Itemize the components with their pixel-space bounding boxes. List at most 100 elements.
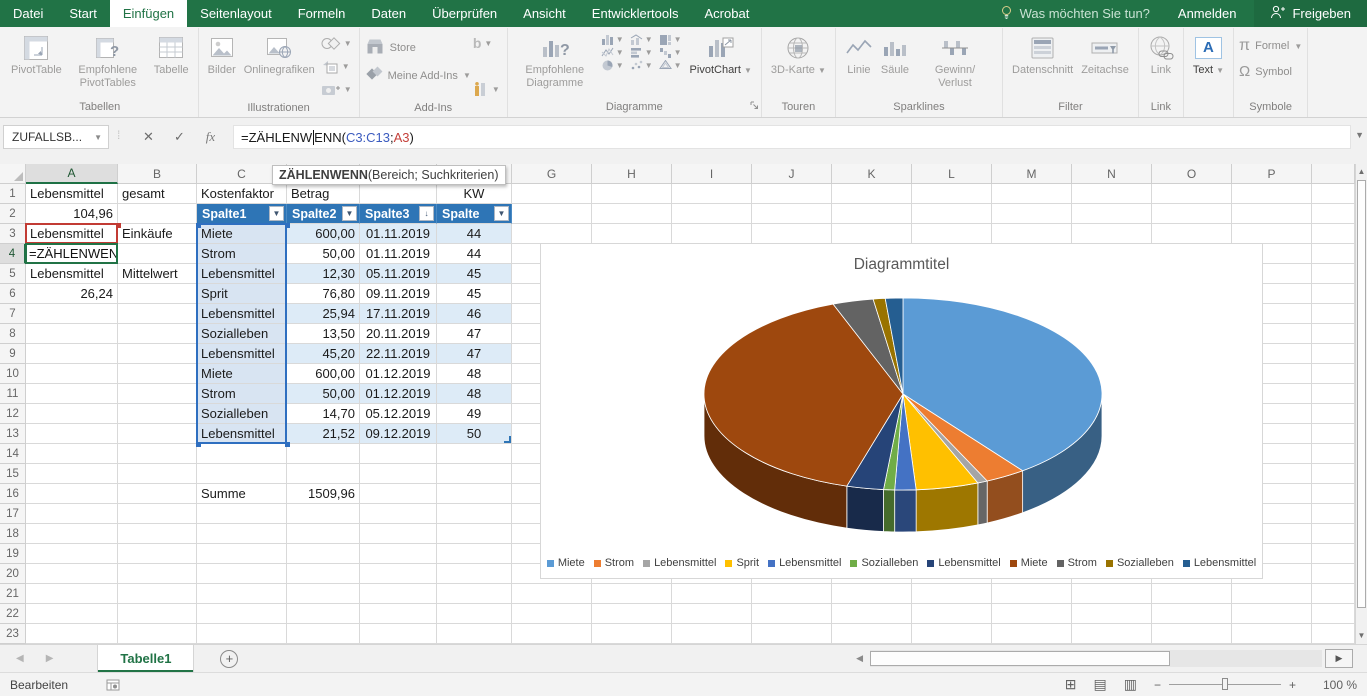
cell-C2[interactable]: Spalte1▼	[197, 204, 287, 224]
cell-F23[interactable]	[437, 624, 512, 644]
cell-F12[interactable]: 49	[437, 404, 512, 424]
row-header-5[interactable]: 5	[0, 264, 26, 284]
cell-P1[interactable]	[1232, 184, 1312, 204]
cell-F9[interactable]: 47	[437, 344, 512, 364]
cell-F14[interactable]	[437, 444, 512, 464]
filter-dropdown-icon[interactable]: ▼	[269, 206, 284, 221]
expand-formula-bar-icon[interactable]: ▼	[1355, 130, 1364, 140]
row-header-20[interactable]: 20	[0, 564, 26, 584]
page-layout-view-icon[interactable]: ▤	[1094, 676, 1107, 693]
cell-B17[interactable]	[118, 504, 197, 524]
cell-N22[interactable]	[1072, 604, 1152, 624]
cell-F4[interactable]: 44	[437, 244, 512, 264]
chart-type-scatter-button[interactable]: ▼	[630, 60, 653, 71]
name-box-dropdown-icon[interactable]: ▼	[94, 133, 108, 142]
cell-C6[interactable]: Sprit	[197, 284, 287, 304]
cell-I21[interactable]	[672, 584, 752, 604]
tell-me-search[interactable]: Was möchten Sie tun?	[990, 0, 1160, 27]
cell-F13[interactable]: 50	[437, 424, 512, 444]
cell-H3[interactable]	[592, 224, 672, 244]
cell-J2[interactable]	[752, 204, 832, 224]
cell-O21[interactable]	[1152, 584, 1232, 604]
scroll-down-icon[interactable]: ▼	[1356, 629, 1367, 643]
cell-I22[interactable]	[672, 604, 752, 624]
shapes-icon[interactable]: ▼	[321, 33, 352, 53]
name-box[interactable]: ZUFALLSB... ▼	[3, 125, 109, 149]
cell-G2[interactable]	[512, 204, 592, 224]
cell-A15[interactable]	[26, 464, 118, 484]
cell-x5[interactable]	[1312, 264, 1355, 284]
ribbon-tab-formeln[interactable]: Formeln	[285, 0, 359, 27]
cell-E16[interactable]	[360, 484, 437, 504]
cell-E21[interactable]	[360, 584, 437, 604]
cell-D14[interactable]	[287, 444, 360, 464]
cell-K2[interactable]	[832, 204, 912, 224]
cell-A13[interactable]	[26, 424, 118, 444]
cell-O1[interactable]	[1152, 184, 1232, 204]
cell-F11[interactable]: 48	[437, 384, 512, 404]
cell-A19[interactable]	[26, 544, 118, 564]
table-resize-handle[interactable]	[504, 436, 511, 443]
legend-item-3[interactable]: Sprit	[725, 557, 759, 569]
cell-E13[interactable]: 09.12.2019	[360, 424, 437, 444]
cell-K21[interactable]	[832, 584, 912, 604]
cell-B2[interactable]	[118, 204, 197, 224]
cell-A14[interactable]	[26, 444, 118, 464]
cell-B5[interactable]: Mittelwert	[118, 264, 197, 284]
cell-D5[interactable]: 12,30	[287, 264, 360, 284]
cell-x12[interactable]	[1312, 404, 1355, 424]
cell-C12[interactable]: Sozialleben	[197, 404, 287, 424]
ribbon-button-linie[interactable]: Linie	[842, 31, 876, 78]
cell-C21[interactable]	[197, 584, 287, 604]
cell-E5[interactable]: 05.11.2019	[360, 264, 437, 284]
legend-item-9[interactable]: Sozialleben	[1106, 557, 1174, 569]
cell-D10[interactable]: 600,00	[287, 364, 360, 384]
column-header-J[interactable]: J	[752, 164, 832, 184]
cell-M2[interactable]	[992, 204, 1072, 224]
ribbon-button-link[interactable]: Link	[1145, 31, 1177, 78]
cell-C20[interactable]	[197, 564, 287, 584]
column-header-L[interactable]: L	[912, 164, 992, 184]
legend-item-8[interactable]: Strom	[1057, 557, 1097, 569]
cell-J1[interactable]	[752, 184, 832, 204]
row-header-15[interactable]: 15	[0, 464, 26, 484]
cell-J23[interactable]	[752, 624, 832, 644]
cell-C22[interactable]	[197, 604, 287, 624]
ribbon-button-säule[interactable]: Säule	[878, 31, 912, 78]
cell-I23[interactable]	[672, 624, 752, 644]
cell-B23[interactable]	[118, 624, 197, 644]
cell-D15[interactable]	[287, 464, 360, 484]
ribbon-button-empfohlene-diagramme[interactable]: ?Empfohlene Diagramme	[514, 31, 596, 91]
cell-D12[interactable]: 14,70	[287, 404, 360, 424]
select-all-corner[interactable]	[0, 164, 26, 184]
cell-D9[interactable]: 45,20	[287, 344, 360, 364]
cell-x13[interactable]	[1312, 424, 1355, 444]
ribbon-tab-entwicklertools[interactable]: Entwicklertools	[579, 0, 692, 27]
cell-N3[interactable]	[1072, 224, 1152, 244]
cell-A3[interactable]: Lebensmittel	[26, 224, 118, 244]
cell-x4[interactable]	[1312, 244, 1355, 264]
formula-input[interactable]: =ZÄHLENWENN(C3:C13;A3)	[233, 125, 1351, 149]
cell-E3[interactable]: 01.11.2019	[360, 224, 437, 244]
legend-item-7[interactable]: Miete	[1010, 557, 1048, 569]
row-header-11[interactable]: 11	[0, 384, 26, 404]
ribbon-tab-einfügen[interactable]: Einfügen	[110, 0, 187, 27]
ribbon-button-bilder[interactable]: Bilder	[205, 31, 239, 78]
ribbon-button-formel[interactable]: πFormel▼	[1239, 37, 1302, 55]
cell-F21[interactable]	[437, 584, 512, 604]
legend-item-6[interactable]: Lebensmittel	[927, 557, 1000, 569]
cell-A22[interactable]	[26, 604, 118, 624]
cell-P22[interactable]	[1232, 604, 1312, 624]
cell-B18[interactable]	[118, 524, 197, 544]
cell-C23[interactable]	[197, 624, 287, 644]
cell-F16[interactable]	[437, 484, 512, 504]
cell-C9[interactable]: Lebensmittel	[197, 344, 287, 364]
ribbon-button-store[interactable]: Store	[365, 37, 471, 58]
row-header-9[interactable]: 9	[0, 344, 26, 364]
cell-x6[interactable]	[1312, 284, 1355, 304]
cell-B6[interactable]	[118, 284, 197, 304]
cell-P3[interactable]	[1232, 224, 1312, 244]
cell-E23[interactable]	[360, 624, 437, 644]
ribbon-button-onlinegrafiken[interactable]: Onlinegrafiken	[241, 31, 318, 78]
people-icon[interactable]: ▼	[473, 79, 500, 99]
